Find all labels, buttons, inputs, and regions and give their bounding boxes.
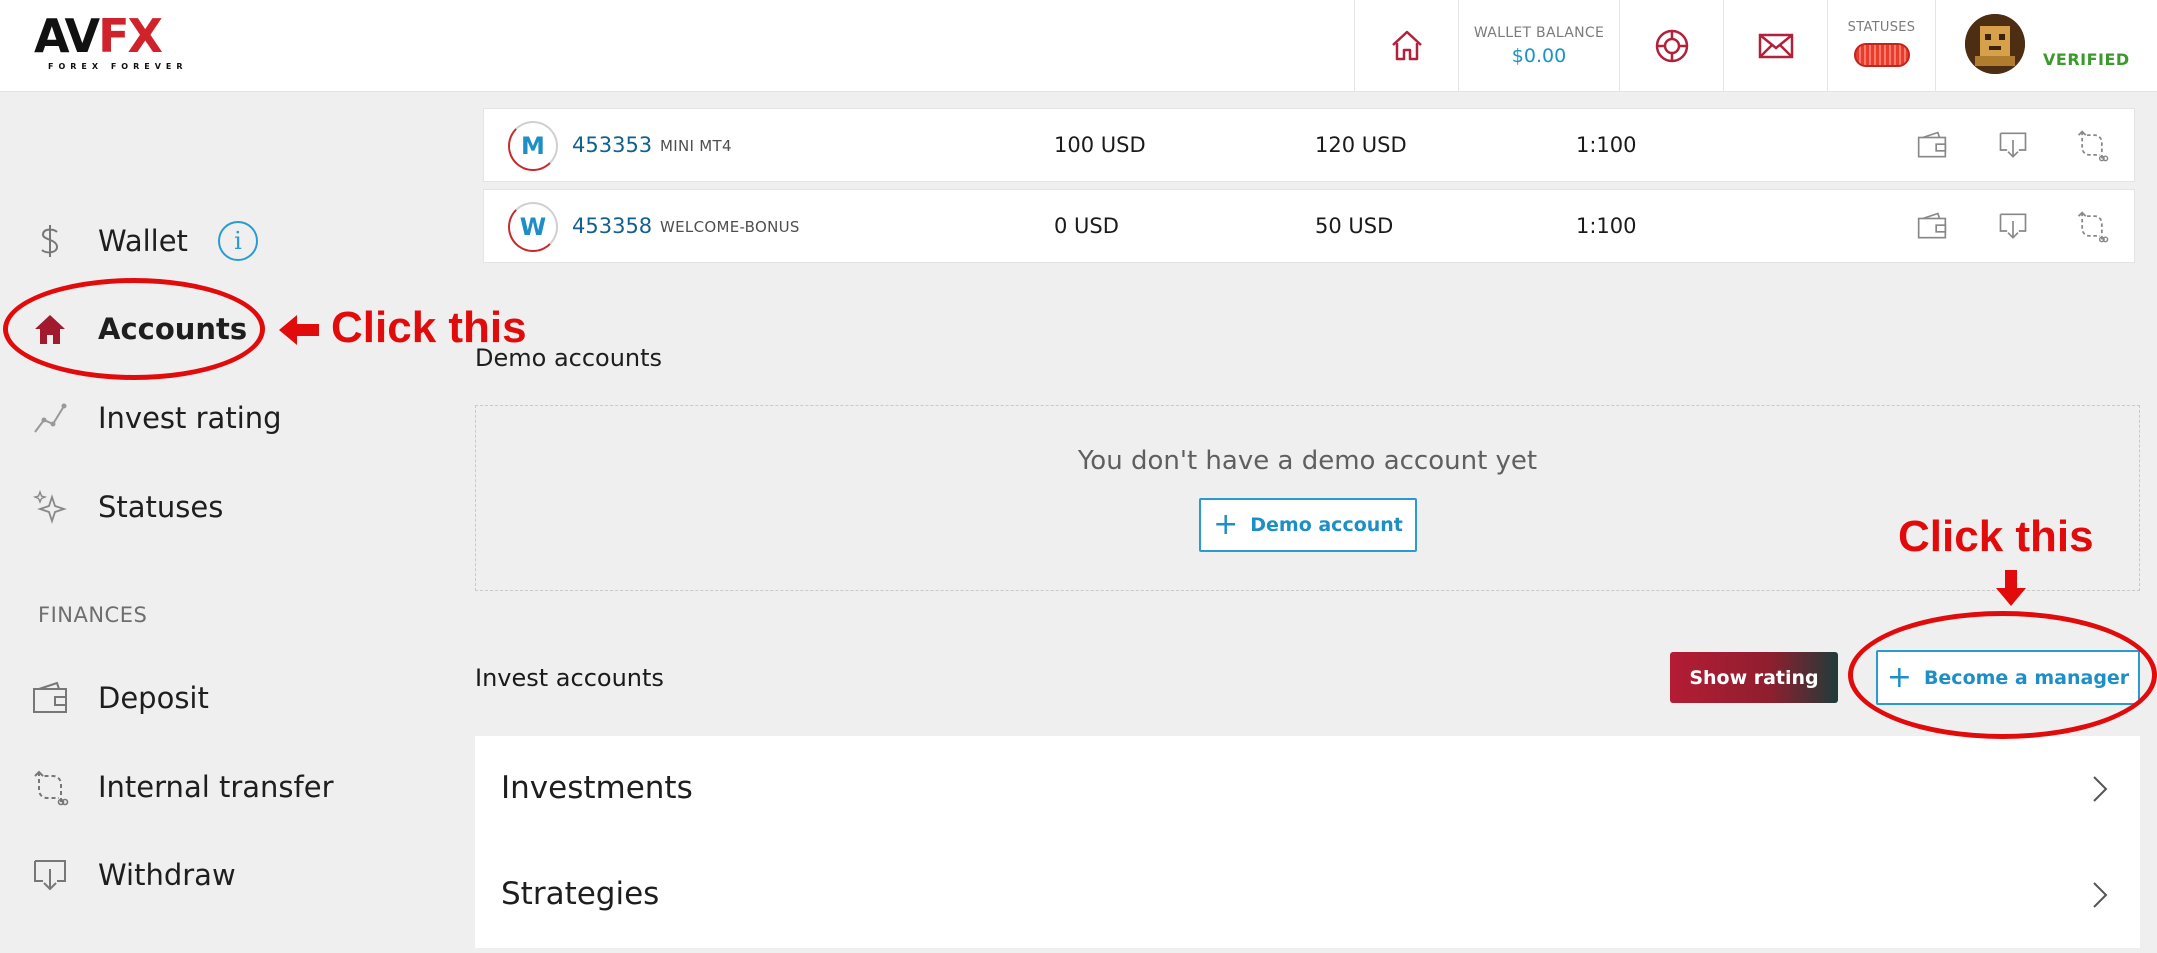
arrow-down-icon [1996,570,2026,606]
chart-line-icon [30,398,70,438]
investments-row[interactable]: Investments [475,736,2140,842]
logo-tagline: FOREX FOREVER [48,62,188,71]
withdraw-action-button[interactable] [1995,208,2031,244]
table-row[interactable]: M 453353 MINI MT4 100 USD 120 USD 1:100 [483,108,2135,182]
transfer-action-button[interactable] [2074,127,2110,163]
wallet-icon [30,678,70,718]
top-header: AVFX FOREX FOREVER WALLET BALANCE $0.00 … [0,0,2157,92]
deposit-action-button[interactable] [1914,127,1950,163]
account-equity: 50 USD [1315,214,1394,238]
sparkle-icon [30,487,70,527]
sidebar-item-withdraw[interactable]: Withdraw [30,851,236,899]
support-button[interactable] [1619,0,1723,92]
wallet-balance-label: WALLET BALANCE [1473,25,1605,41]
avfx-logo[interactable]: AVFX FOREX FOREVER [34,12,194,76]
transfer-icon [2077,130,2109,162]
account-type: MINI MT4 [660,137,732,155]
sidebar-item-label: Withdraw [98,858,236,892]
deposit-action-button[interactable] [1914,208,1950,244]
account-leverage: 1:100 [1576,133,1637,157]
statuses-label: STATUSES [1847,20,1916,35]
sidebar-item-label: Internal transfer [98,770,334,804]
mail-icon [1758,33,1793,59]
demo-empty-message: You don't have a demo account yet [1077,446,1538,476]
account-equity: 120 USD [1315,133,1407,157]
home-button[interactable] [1354,0,1458,92]
account-balance: 0 USD [1054,214,1119,238]
strategies-label: Strategies [501,876,660,912]
account-number-link[interactable]: 453353 [572,133,652,157]
withdraw-icon [1999,213,2027,239]
wallet-icon [1917,131,1947,158]
withdraw-icon [30,855,70,895]
messages-button[interactable] [1723,0,1827,92]
investments-label: Investments [501,770,693,806]
invest-accounts-heading: Invest accounts [475,664,664,692]
strategies-row[interactable]: Strategies [475,842,2140,948]
account-number-link[interactable]: 453358 [572,214,652,238]
pixel-avatar-icon [1965,14,2025,74]
logo-wordmark: AVFX [34,12,194,60]
plus-icon: + [1213,507,1239,542]
sidebar-item-label: Wallet [98,224,188,258]
finances-section-label: FINANCES [38,603,148,627]
account-letter-badge: M [508,121,558,171]
show-rating-button[interactable]: Show rating [1670,652,1838,703]
header-divider [1935,0,1936,92]
annotation-circle-accounts [3,278,265,380]
table-row[interactable]: W 453358 WELCOME-BONUS 0 USD 50 USD 1:10… [483,189,2135,263]
withdraw-icon [1999,132,2027,158]
transfer-icon [30,767,70,807]
logo-text-av: AV [34,9,100,63]
button-label: Demo account [1250,514,1403,536]
chevron-right-icon [2093,776,2108,802]
sidebar-item-internal-transfer[interactable]: Internal transfer [30,763,334,811]
sidebar-item-wallet[interactable]: Wallet i [30,217,258,265]
sidebar-item-deposit[interactable]: Deposit [30,674,209,722]
dollar-icon [30,221,70,261]
withdraw-action-button[interactable] [1995,127,2031,163]
sidebar-item-invest-rating[interactable]: Invest rating [30,394,282,442]
chevron-right-icon [2093,882,2108,908]
annotation-circle-become-manager [1848,611,2157,739]
arrow-left-icon [279,315,319,345]
avatar[interactable] [1965,14,2025,74]
account-balance: 100 USD [1054,133,1146,157]
sidebar-item-label: Statuses [98,490,224,524]
invest-panel: Investments Strategies [475,736,2140,948]
sidebar-item-label: Invest rating [98,401,282,435]
transfer-action-button[interactable] [2074,208,2110,244]
verified-badge: VERIFIED [2043,50,2130,69]
statuses-widget[interactable]: STATUSES [1827,0,1935,92]
sidebar-item-statuses[interactable]: Statuses [30,483,223,531]
lifebuoy-icon [1655,29,1688,63]
wallet-icon [1917,212,1947,239]
account-type: WELCOME-BONUS [660,218,800,236]
annotation-text-right: Click this [1898,512,2094,561]
logo-text-fx: FX [98,9,163,63]
account-leverage: 1:100 [1576,214,1637,238]
annotation-text-left: Click this [331,303,527,352]
wallet-balance[interactable]: WALLET BALANCE $0.00 [1458,0,1619,92]
sidebar-item-label: Deposit [98,681,209,715]
wallet-balance-value: $0.00 [1511,45,1567,67]
status-progress-pill [1853,43,1910,67]
home-icon [1391,30,1422,61]
add-demo-account-button[interactable]: + Demo account [1199,498,1417,552]
transfer-icon [2077,211,2109,243]
info-icon[interactable]: i [217,221,258,261]
demo-accounts-empty-state: You don't have a demo account yet + Demo… [475,405,2140,591]
account-letter-badge: W [508,202,558,252]
